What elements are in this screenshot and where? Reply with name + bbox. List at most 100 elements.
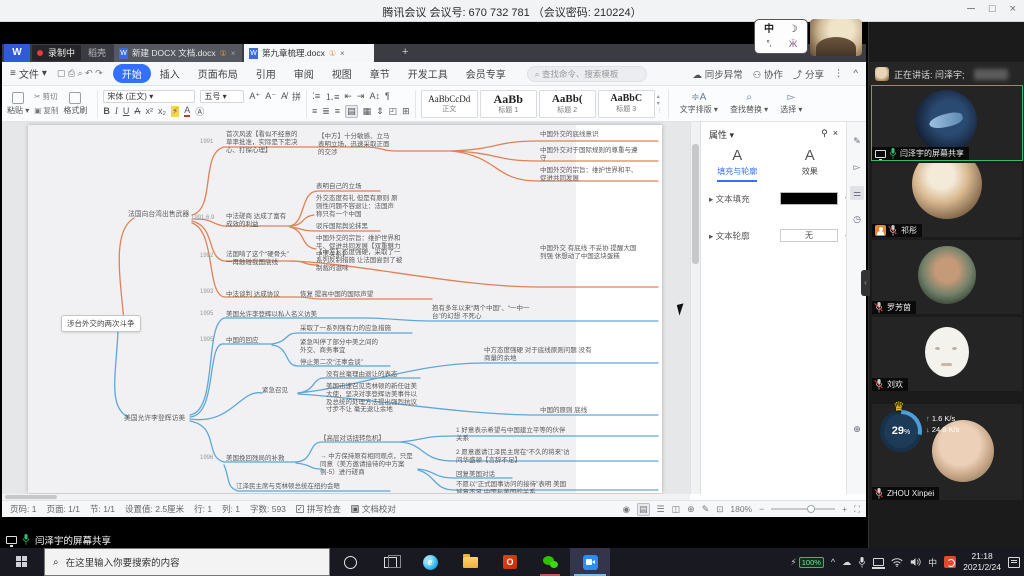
view-read-icon[interactable]: ⊕ [687, 504, 695, 515]
border-icon[interactable]: ⊞ [402, 106, 410, 117]
text-fill-swatch[interactable]: ▾ [780, 192, 838, 205]
sidebar-collapse-handle[interactable]: ‹ [861, 270, 870, 296]
decrease-indent-icon[interactable]: ⇤ [344, 91, 352, 102]
participant-tile[interactable]: 29% ↑ 1.6 K/s ↓ 24.8 K/s ZHOU Xinpei [872, 404, 1022, 500]
taskbar-search-input[interactable]: ⌕在这里输入你要搜索的内容 [44, 548, 330, 576]
collapse-ribbon-icon[interactable]: ^ [854, 68, 858, 79]
proofread-toggle[interactable]: ▣文档校对 [351, 503, 396, 515]
find-replace-tool[interactable]: ⌕查找替换 ▾ [724, 92, 774, 115]
cortana-button[interactable] [330, 548, 370, 576]
tab-fill-outline[interactable]: A填充与轮廓 [701, 147, 774, 182]
phonetic-guide-icon[interactable]: 拼 [292, 90, 301, 103]
wifi-icon[interactable] [891, 557, 903, 567]
bold-button[interactable]: B [103, 106, 110, 116]
history-icon[interactable]: ◷ [850, 212, 864, 226]
menu-home[interactable]: 开始 [113, 64, 151, 83]
style-heading2[interactable]: AaBb(标题 2 [539, 90, 596, 118]
tab-docer[interactable]: 稻壳 [88, 44, 106, 62]
battery-indicator[interactable]: ⚡100% [790, 557, 824, 568]
fullscreen-icon[interactable]: ⛶ [854, 504, 860, 515]
view-write-icon[interactable]: ✎ [702, 504, 710, 515]
properties-toggle-icon[interactable]: ⚌ [850, 186, 864, 200]
cursor-icon[interactable]: ▻ [850, 160, 864, 174]
menu-dev-tools[interactable]: 开发工具 [399, 64, 457, 83]
input-indicator[interactable]: 中 [928, 556, 937, 569]
clear-format-icon[interactable]: A̸ [281, 91, 287, 101]
wps-logo[interactable]: W [4, 44, 30, 62]
command-search-input[interactable]: ⌕ 查找命令、搜索模板 [527, 66, 647, 82]
tray-expand-icon[interactable]: ^ [831, 557, 835, 567]
font-color-button[interactable]: A [184, 105, 190, 117]
office-button[interactable]: O [490, 548, 530, 576]
participant-tile[interactable]: 罗芳茵 [872, 240, 1022, 314]
start-button[interactable] [0, 548, 44, 576]
decrease-font-icon[interactable]: A⁻ [265, 91, 276, 102]
font-name-select[interactable]: 宋体 (正文) ▾ [103, 90, 195, 103]
tab-close-icon[interactable]: × [231, 49, 236, 58]
align-center-icon[interactable]: ≣ [322, 106, 330, 117]
align-left-icon[interactable]: ≡ [312, 106, 317, 116]
speaker-icon[interactable] [910, 557, 921, 567]
align-right-icon[interactable]: ≡ [335, 106, 340, 116]
pen-icon[interactable]: ✎ [850, 134, 864, 148]
sync-status-button[interactable]: ☁ 同步异常 [693, 67, 743, 81]
italic-button[interactable]: I [115, 106, 118, 116]
subscript-button[interactable]: x₂ [158, 106, 166, 116]
wechat-button[interactable] [530, 548, 570, 576]
zoom-in-button[interactable]: + [842, 504, 847, 514]
minimize-button[interactable]: ─ [967, 3, 975, 15]
format-painter-button[interactable]: 格式刷 [58, 92, 92, 116]
file-menu[interactable]: ≡ 文件 ▾ [10, 66, 47, 81]
scrollbar-thumb[interactable] [692, 144, 699, 264]
add-icon[interactable]: ⊕ [850, 422, 864, 436]
menu-view[interactable]: 视图 [323, 64, 361, 83]
increase-indent-icon[interactable]: ⇥ [357, 91, 365, 102]
increase-font-icon[interactable]: A⁺ [249, 91, 260, 102]
task-view-button[interactable] [370, 548, 410, 576]
highlight-button[interactable]: ⚡ [171, 106, 179, 117]
number-list-icon[interactable]: ⒈≡ [325, 90, 339, 103]
paste-button[interactable]: 粘贴 ▾ [2, 92, 34, 116]
menu-insert[interactable]: 插入 [151, 64, 189, 83]
copy-button[interactable]: ▣ 复制 [34, 105, 58, 116]
view-web-icon[interactable]: ◫ [672, 504, 681, 515]
text-outline-select[interactable]: 无▾ [780, 229, 838, 242]
show-marks-icon[interactable]: ¶ [385, 91, 390, 101]
doc-tab-2-active[interactable]: W 第九章梳理.docx ① × [244, 44, 374, 62]
laptop-icon[interactable] [873, 558, 884, 566]
tab-effects[interactable]: A效果 [774, 147, 847, 182]
action-center-icon[interactable] [1008, 557, 1020, 568]
maximize-button[interactable]: □ [989, 3, 996, 15]
line-spacing-icon[interactable]: ⇕ [376, 106, 384, 117]
underline-button[interactable]: U [123, 106, 130, 116]
zoom-level[interactable]: 180% [730, 504, 752, 514]
new-tab-button[interactable]: + [402, 46, 408, 58]
collaborate-button[interactable]: ⚇ 协作 [753, 67, 783, 81]
text-layout-tool[interactable]: ≑A文字排版 ▾ [674, 92, 724, 115]
scrollbar-thumb[interactable] [5, 495, 57, 499]
distribute-icon[interactable]: ▦ [363, 106, 372, 117]
status-word-count[interactable]: 字数: 593 [250, 503, 286, 515]
menu-page-layout[interactable]: 页面布局 [189, 64, 247, 83]
tencent-meeting-button[interactable] [570, 548, 610, 576]
menu-review[interactable]: 审阅 [285, 64, 323, 83]
participant-tile-share[interactable]: 闫泽宇的屏幕共享 [872, 86, 1022, 160]
ime-mode-indicator[interactable]: 中 [764, 25, 774, 35]
butterfly-icon[interactable]: Ӝ [789, 40, 797, 49]
style-heading1[interactable]: AaBb标题 1 [480, 90, 537, 118]
clock[interactable]: 21:182021/2/24 [963, 551, 1001, 572]
font-size-select[interactable]: 五号 ▾ [200, 90, 244, 103]
file-explorer-button[interactable] [450, 548, 490, 576]
view-outline-icon[interactable]: ☰ [657, 504, 665, 515]
cloud-icon[interactable]: ☁ [842, 557, 851, 568]
close-button[interactable]: × [1010, 3, 1016, 15]
moon-icon[interactable]: ☽ [789, 25, 798, 35]
zoom-slider[interactable] [771, 508, 835, 510]
participant-tile[interactable]: 祁彤 [872, 163, 1022, 237]
vertical-scrollbar[interactable] [690, 122, 700, 494]
zoom-fit-icon[interactable]: ⊡ [716, 504, 723, 515]
select-tool[interactable]: ▻选择 ▾ [774, 92, 808, 115]
superscript-button[interactable]: x² [145, 106, 153, 116]
more-icon[interactable]: ⋮ [834, 68, 844, 79]
document-canvas[interactable]: 涉台外交的两次斗争法国向台湾出售武器美国允许李登辉访美19911991.6.91… [2, 122, 690, 494]
